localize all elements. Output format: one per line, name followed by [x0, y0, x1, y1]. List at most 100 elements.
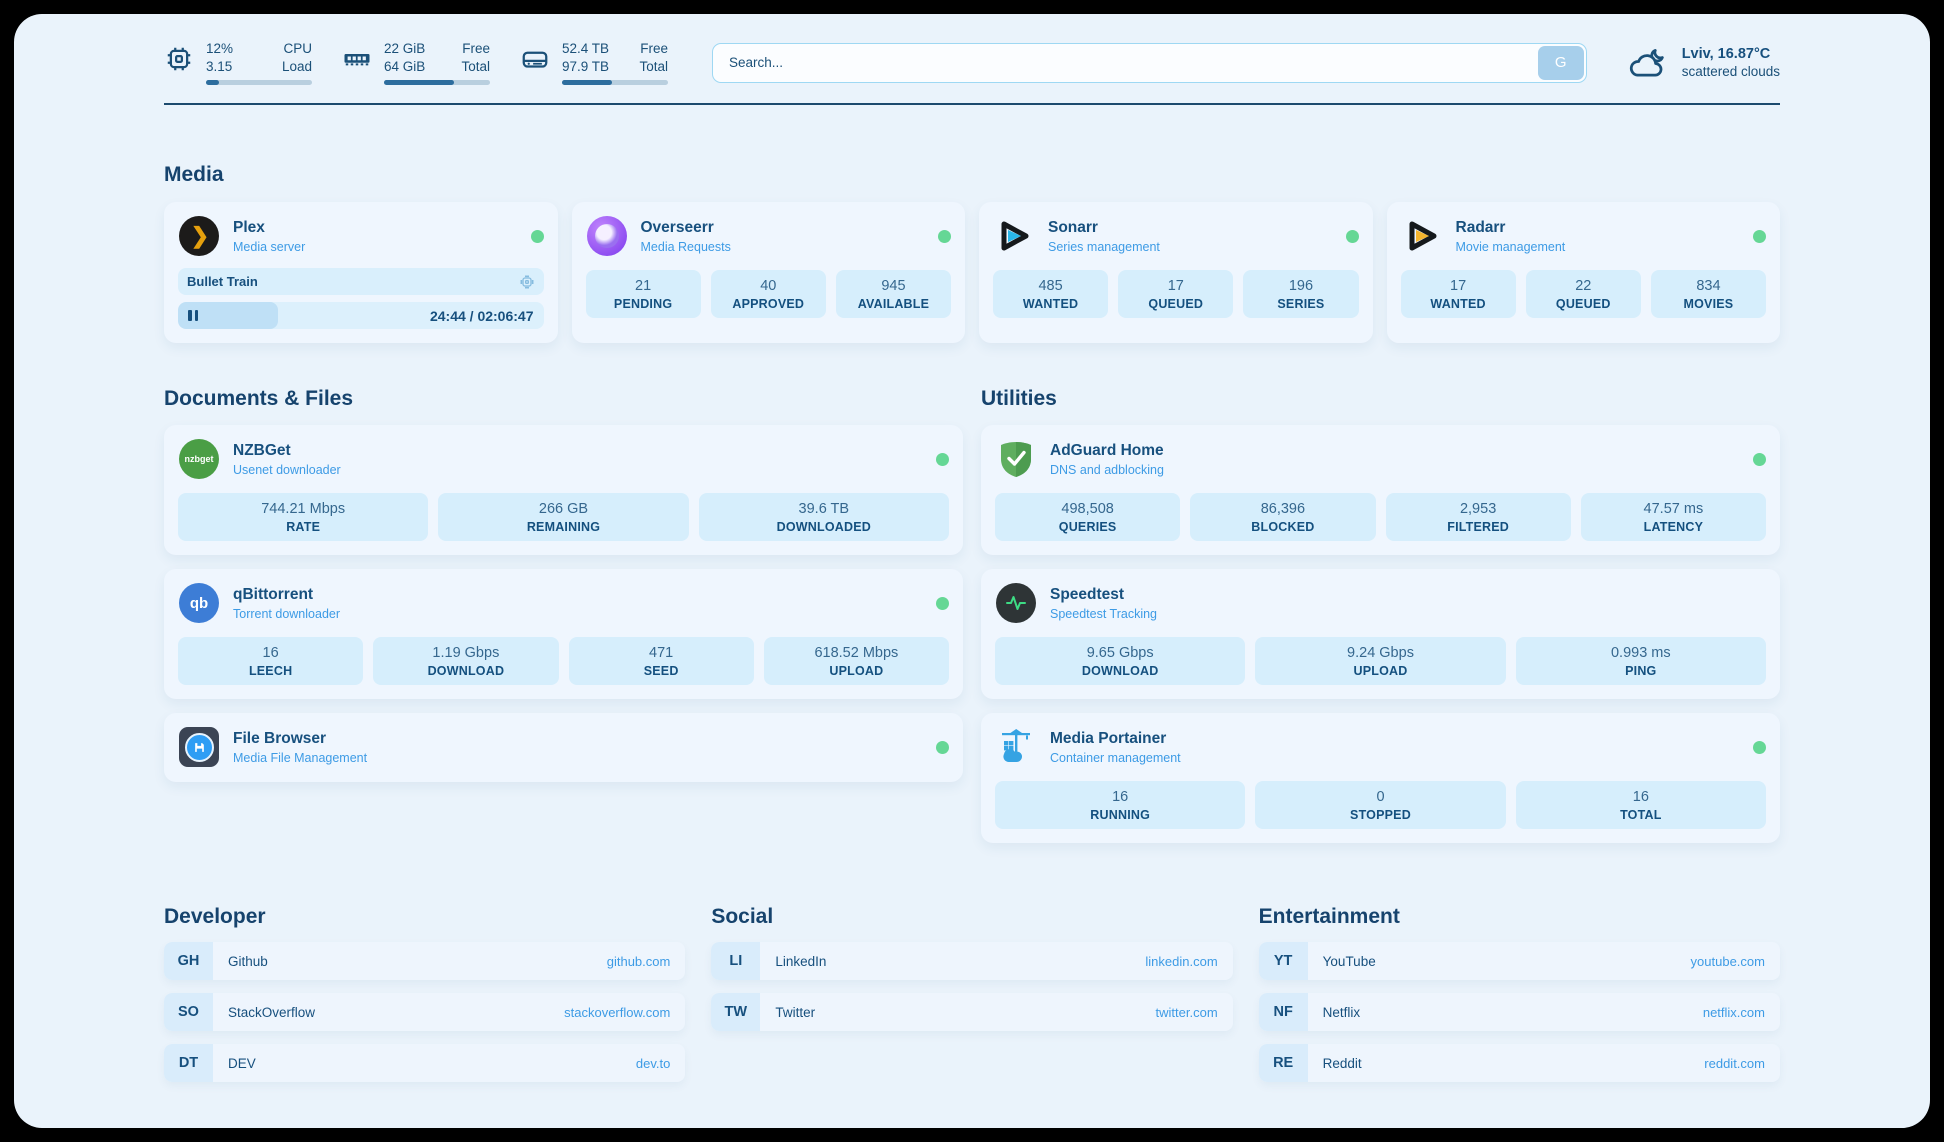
playback-time: 24:44 / 02:06:47 — [430, 308, 544, 324]
now-playing-row: Bullet Train — [178, 268, 544, 295]
bookmark-name: Reddit — [1323, 1056, 1362, 1071]
disk-progress-fill — [562, 80, 612, 85]
section-title-utilities: Utilities — [981, 387, 1780, 411]
portainer-icon — [996, 727, 1036, 767]
app-title: Plex — [233, 218, 305, 237]
app-card-nzbget[interactable]: nzbget NZBGet Usenet downloader 744.21 M… — [164, 425, 963, 555]
stat-latency: 47.57 ms LATENCY — [1581, 493, 1766, 541]
bookmark-url: netflix.com — [1703, 1005, 1765, 1020]
app-title: File Browser — [233, 729, 367, 748]
bookmark-url: linkedin.com — [1145, 954, 1217, 969]
memory-total-value: 64 GiB — [384, 58, 425, 76]
status-dot — [936, 453, 949, 466]
app-title: Overseerr — [641, 218, 731, 237]
system-widgets: 12% CPU 3.15 Load — [164, 40, 668, 85]
app-card-qbittorrent[interactable]: qb qBittorrent Torrent downloader 16 LEE… — [164, 569, 963, 699]
bookmark-url: dev.to — [636, 1056, 670, 1071]
bookmark-github[interactable]: GH Github github.com — [164, 942, 685, 980]
overseerr-icon — [587, 216, 627, 256]
now-playing-title: Bullet Train — [187, 274, 258, 289]
filebrowser-icon — [179, 727, 219, 767]
cpu-label: CPU — [283, 40, 312, 58]
stat-stopped: 0 STOPPED — [1255, 781, 1505, 829]
status-dot — [1753, 453, 1766, 466]
disk-free-label: Free — [640, 40, 668, 58]
weather-location: Lviv, 16.87°C — [1682, 46, 1780, 62]
bookmark-name: Twitter — [775, 1005, 815, 1020]
nzbget-icon: nzbget — [179, 439, 219, 479]
dashboard-page: 12% CPU 3.15 Load — [14, 14, 1930, 1128]
bookmark-url: reddit.com — [1704, 1056, 1765, 1071]
app-subtitle: Speedtest Tracking — [1050, 607, 1157, 621]
stat-download: 9.65 Gbps DOWNLOAD — [995, 637, 1245, 685]
status-dot — [1753, 741, 1766, 754]
bookmark-stackoverflow[interactable]: SO StackOverflow stackoverflow.com — [164, 993, 685, 1031]
bookmark-reddit[interactable]: RE Reddit reddit.com — [1259, 1044, 1780, 1082]
memory-progress-fill — [384, 80, 454, 85]
section-media: Media ❯ Plex Media server Bullet Train — [164, 163, 1780, 343]
header-bar: 12% CPU 3.15 Load — [164, 40, 1780, 85]
app-title: Speedtest — [1050, 585, 1157, 604]
bookmark-name: DEV — [228, 1056, 256, 1071]
app-title: Radarr — [1456, 218, 1566, 237]
app-title: NZBGet — [233, 441, 341, 460]
search-input[interactable] — [712, 43, 1587, 83]
app-subtitle: Series management — [1048, 240, 1160, 254]
search-engine-button[interactable]: G — [1538, 46, 1584, 80]
stat-available: 945 AVAILABLE — [836, 270, 951, 318]
disk-free-value: 52.4 TB — [562, 40, 609, 58]
section-utilities: Utilities AdGuard Home DNS and adblockin… — [981, 387, 1780, 843]
cloud-moon-icon — [1627, 45, 1669, 81]
app-card-portainer[interactable]: Media Portainer Container management 16 … — [981, 713, 1780, 843]
status-dot — [938, 230, 951, 243]
weather-widget: Lviv, 16.87°C scattered clouds — [1627, 45, 1780, 81]
search-bar: G — [712, 43, 1587, 83]
memory-free-value: 22 GiB — [384, 40, 425, 58]
pause-chip[interactable] — [178, 302, 278, 329]
app-card-filebrowser[interactable]: File Browser Media File Management — [164, 713, 963, 782]
bookmark-dev[interactable]: DT DEV dev.to — [164, 1044, 685, 1082]
bookmark-name: StackOverflow — [228, 1005, 315, 1020]
app-subtitle: Torrent downloader — [233, 607, 340, 621]
disk-icon — [520, 44, 550, 74]
memory-free-label: Free — [462, 40, 490, 58]
bookmark-url: youtube.com — [1691, 954, 1765, 969]
section-documents: Documents & Files nzbget NZBGet Usenet d… — [164, 387, 963, 843]
weather-condition: scattered clouds — [1682, 64, 1780, 79]
pause-icon — [188, 310, 198, 321]
app-subtitle: Container management — [1050, 751, 1181, 765]
app-card-radarr[interactable]: Radarr Movie management 17 WANTED 22 QUE… — [1387, 202, 1781, 343]
app-card-overseerr[interactable]: Overseerr Media Requests 21 PENDING 40 A… — [572, 202, 966, 343]
bookmark-linkedin[interactable]: LI LinkedIn linkedin.com — [711, 942, 1232, 980]
app-card-plex[interactable]: ❯ Plex Media server Bullet Train — [164, 202, 558, 343]
bookmarks-entertainment: Entertainment YT YouTube youtube.com NF … — [1259, 905, 1780, 1082]
bookmarks-developer: Developer GH Github github.com SO StackO… — [164, 905, 685, 1082]
stat-queued: 22 QUEUED — [1526, 270, 1641, 318]
header-divider — [164, 103, 1780, 105]
bookmark-netflix[interactable]: NF Netflix netflix.com — [1259, 993, 1780, 1031]
bookmark-youtube[interactable]: YT YouTube youtube.com — [1259, 942, 1780, 980]
stat-rate: 744.21 Mbps RATE — [178, 493, 428, 541]
bookmark-url: stackoverflow.com — [564, 1005, 670, 1020]
app-card-sonarr[interactable]: Sonarr Series management 485 WANTED 17 Q… — [979, 202, 1373, 343]
bookmark-abbr: DT — [164, 1044, 213, 1082]
cpu-progress-fill — [206, 80, 219, 85]
disk-total-value: 97.9 TB — [562, 58, 609, 76]
stat-remaining: 266 GB REMAINING — [438, 493, 688, 541]
stat-queued: 17 QUEUED — [1118, 270, 1233, 318]
app-card-speedtest[interactable]: Speedtest Speedtest Tracking 9.65 Gbps D… — [981, 569, 1780, 699]
cpu-load-label: Load — [282, 58, 312, 76]
status-dot — [936, 597, 949, 610]
stat-upload: 618.52 Mbps UPLOAD — [764, 637, 949, 685]
memory-progress-track — [384, 80, 490, 85]
cpu-icon — [164, 44, 194, 74]
section-title-entertainment: Entertainment — [1259, 905, 1780, 929]
bookmark-twitter[interactable]: TW Twitter twitter.com — [711, 993, 1232, 1031]
plex-icon: ❯ — [179, 216, 219, 256]
app-card-adguard[interactable]: AdGuard Home DNS and adblocking 498,508 … — [981, 425, 1780, 555]
memory-total-label: Total — [461, 58, 490, 76]
sonarr-icon — [994, 216, 1034, 256]
section-title-social: Social — [711, 905, 1232, 929]
stat-wanted: 485 WANTED — [993, 270, 1108, 318]
app-title: AdGuard Home — [1050, 441, 1164, 460]
